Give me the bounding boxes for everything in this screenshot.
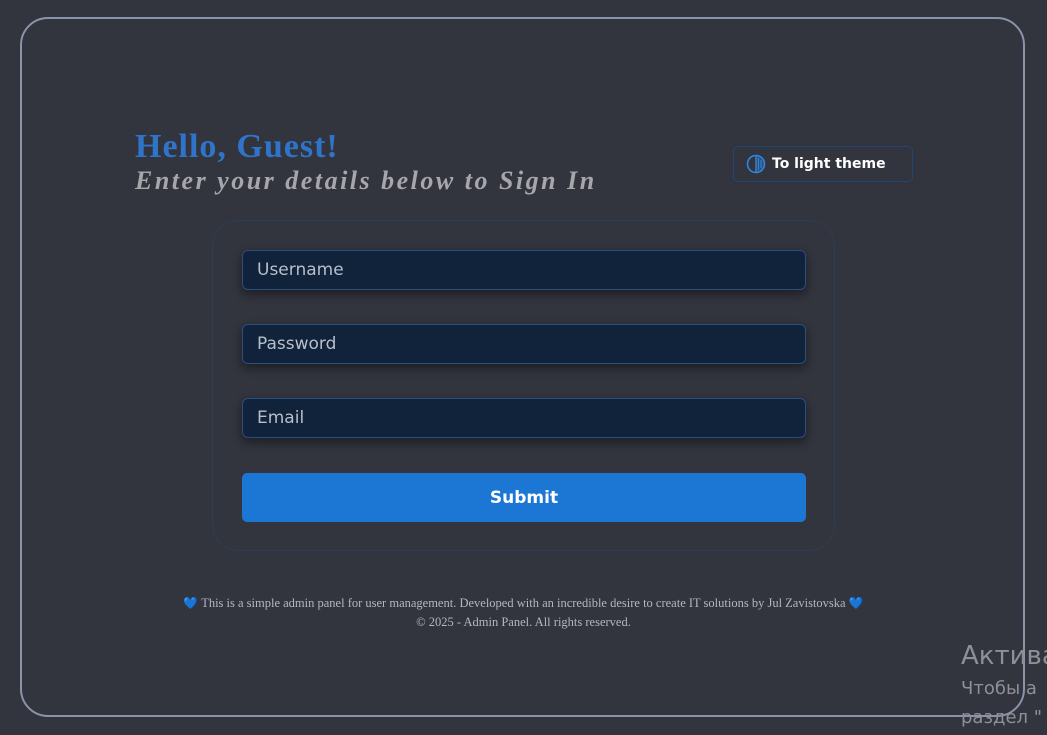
watermark-line: раздел "	[961, 707, 1043, 728]
theme-toggle-button[interactable]: To light theme	[733, 146, 913, 182]
footer: 💙 This is a simple admin panel for user …	[0, 594, 1047, 632]
footer-description-line: 💙 This is a simple admin panel for user …	[0, 594, 1047, 613]
watermark-title: Актива	[961, 641, 1047, 671]
os-activation-watermark: Актива Чтобы а раздел "	[961, 638, 1047, 732]
page-title: Hello, Guest!	[135, 128, 339, 165]
theme-toggle-label: To light theme	[772, 156, 886, 172]
page-subtitle: Enter your details below to Sign In	[135, 166, 597, 195]
username-input[interactable]	[242, 250, 806, 290]
submit-button[interactable]: Submit	[242, 473, 806, 522]
watermark-line: Чтобы а	[961, 678, 1037, 699]
footer-copyright: © 2025 - Admin Panel. All rights reserve…	[416, 615, 631, 629]
heart-icon: 💙	[183, 596, 199, 610]
password-input[interactable]	[242, 324, 806, 364]
half-circle-contrast-icon	[746, 154, 766, 174]
footer-description: This is a simple admin panel for user ma…	[201, 596, 846, 610]
heart-icon: 💙	[848, 596, 864, 610]
email-input[interactable]	[242, 398, 806, 438]
